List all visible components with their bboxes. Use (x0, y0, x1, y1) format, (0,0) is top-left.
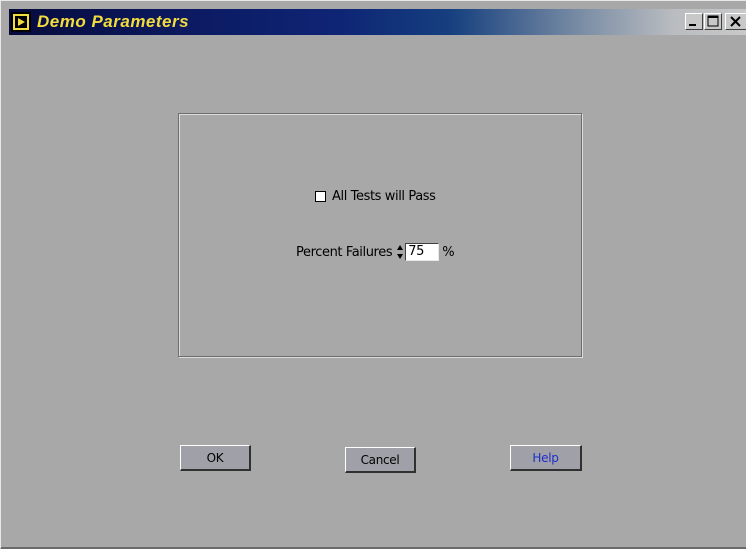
ok-button[interactable]: OK (180, 445, 251, 471)
parameters-group (178, 113, 582, 357)
percent-failures-input[interactable]: 75 (405, 243, 440, 261)
close-icon (730, 16, 741, 27)
minimize-icon (689, 24, 696, 26)
window-title: Demo Parameters (37, 12, 190, 31)
all-tests-pass-option[interactable]: All Tests will Pass (315, 188, 436, 204)
run-arrow-icon[interactable] (11, 12, 31, 32)
percent-spinner[interactable] (396, 243, 404, 261)
spinner-arrows-icon[interactable] (396, 244, 404, 260)
cancel-button[interactable]: Cancel (345, 447, 416, 473)
percent-failures-label: Percent Failures (296, 244, 393, 260)
percent-unit-label: % (442, 244, 455, 260)
all-tests-pass-checkbox[interactable] (315, 190, 326, 202)
help-button[interactable]: Help (510, 445, 582, 471)
all-tests-pass-label: All Tests will Pass (332, 188, 436, 204)
minimize-button[interactable] (685, 13, 703, 30)
percent-failures-row: Percent Failures 75 % (296, 243, 455, 261)
maximize-button[interactable] (704, 13, 722, 30)
close-button[interactable] (725, 13, 746, 30)
dialog-window: Demo Parameters All Tests will Pass Perc… (0, 0, 746, 549)
maximize-icon (707, 15, 719, 27)
title-bar[interactable]: Demo Parameters (9, 9, 746, 35)
